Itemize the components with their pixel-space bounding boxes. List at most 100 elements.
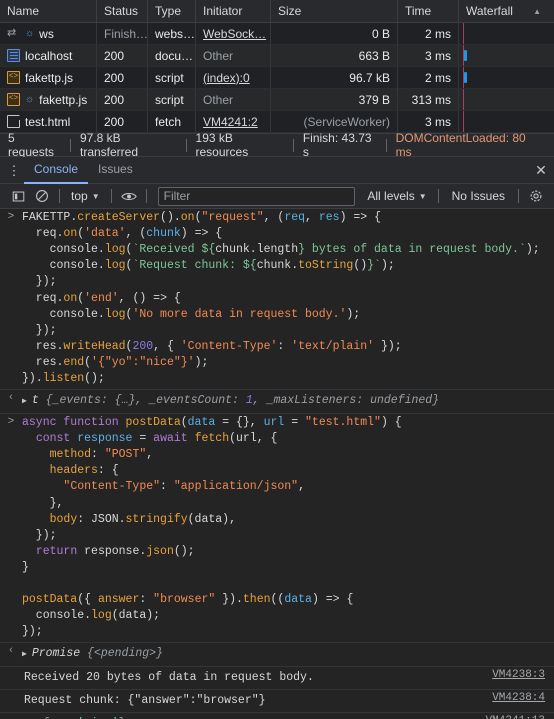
console-object-body: ▶{yo: 'nice'} [22, 713, 486, 719]
log-gutter [0, 690, 22, 691]
log-levels-label: All levels [367, 189, 415, 204]
column-header-type[interactable]: Type [148, 0, 196, 22]
initiator-link[interactable]: (index):0 [203, 71, 250, 85]
size-text: 0 B [371, 26, 390, 41]
time-text: 3 ms [424, 114, 451, 129]
console-result-body: ▶ t {_events: {…}, _eventsCount: 1, _maxL… [22, 390, 554, 413]
time-text: 3 ms [424, 48, 451, 63]
table-row[interactable]: test.html 200 fetch VM4241:2 (ServiceWor… [0, 111, 554, 133]
gear-icon [530, 190, 542, 202]
issues-status[interactable]: No Issues [444, 189, 513, 203]
log-gutter [0, 667, 22, 668]
column-header-time[interactable]: Time [398, 0, 459, 22]
cell-name[interactable]: ⇄ ☼ ws [0, 23, 97, 44]
expand-triangle-icon[interactable]: ▶ [22, 397, 32, 406]
divider [518, 189, 519, 204]
column-header-status-label: Status [104, 4, 139, 18]
source-link[interactable]: VM4238:4 [492, 690, 554, 704]
network-summary-bar: 5 requests 97.8 kB transferred 193 kB re… [0, 131, 554, 159]
tab-console-label: Console [34, 162, 79, 176]
source-link[interactable]: VM4241:13 [486, 713, 554, 719]
tab-issues[interactable]: Issues [88, 157, 143, 184]
console-sidebar-toggle-icon[interactable] [6, 185, 30, 207]
resources-size: 193 kB resources [195, 131, 249, 159]
column-header-name[interactable]: Name [0, 0, 97, 22]
cell-size: (ServiceWorker) [271, 111, 398, 132]
cell-initiator[interactable]: (index):0 [196, 67, 271, 88]
console-log-body: Received 20 bytes of data in request bod… [22, 667, 492, 689]
console-result-entry[interactable]: ‹ ▶ Promise {<pending>} [0, 642, 554, 668]
cell-initiator[interactable]: WebSock… [196, 23, 271, 44]
column-header-waterfall[interactable]: Waterfall ▲ [459, 0, 554, 22]
request-name: localhost [25, 48, 73, 63]
table-row[interactable]: <> ☼ fakettp.js 200 script Other 379 B 3… [0, 89, 554, 111]
console-input-entry[interactable]: > FAKETTP.createServer().on("request", (… [0, 209, 554, 389]
cell-waterfall[interactable] [459, 89, 473, 110]
source-link[interactable]: VM4238:3 [492, 667, 554, 681]
chevron-down-icon: ▼ [418, 191, 427, 201]
status-text: 200 [104, 114, 125, 129]
request-name: test.html [25, 114, 71, 129]
console-message-list[interactable]: > FAKETTP.createServer().on("request", (… [0, 209, 554, 719]
network-panel: Name Status Type Initiator Size Time Wat… [0, 0, 554, 159]
console-filter-input[interactable]: Filter [157, 186, 356, 206]
console-result-entry[interactable]: ‹ ▶ t {_events: {…}, _eventsCount: 1, _ma… [0, 389, 554, 415]
column-header-initiator[interactable]: Initiator [196, 0, 271, 22]
document-icon [7, 49, 20, 62]
table-row[interactable]: ⇄ ☼ ws Finish… webs… WebSock… 0 B 2 ms [0, 23, 554, 45]
finish-time: Finish: 43.73 s [302, 131, 372, 159]
cell-waterfall[interactable] [459, 111, 473, 132]
cell-waterfall[interactable] [459, 45, 473, 66]
divider [110, 189, 112, 204]
network-table-header: Name Status Type Initiator Size Time Wat… [0, 0, 554, 23]
status-text: 200 [104, 70, 125, 85]
clear-console-icon[interactable] [30, 185, 54, 207]
more-options-icon[interactable]: ⋮ [4, 160, 24, 180]
expand-triangle-icon[interactable]: ▶ [22, 650, 32, 659]
object-preview[interactable]: ▶ t {_events: {…}, _eventsCount: 1, _maxL… [22, 391, 554, 411]
close-icon[interactable]: ✕ [528, 157, 554, 184]
log-levels-selector[interactable]: All levels ▼ [361, 189, 432, 203]
divider [59, 189, 60, 204]
circle-slash-icon [36, 190, 48, 202]
execution-context-selector[interactable]: top ▼ [65, 186, 106, 206]
waterfall-bar [464, 50, 467, 61]
settings-gear-icon[interactable] [524, 185, 548, 207]
divider [145, 189, 147, 204]
cell-size: 379 B [271, 89, 398, 110]
tab-console[interactable]: Console [24, 157, 89, 184]
table-row[interactable]: localhost 200 docu… Other 663 B 3 ms [0, 45, 554, 67]
column-header-size[interactable]: Size [271, 0, 398, 22]
console-log-entry[interactable]: Request chunk: {"answer":"browser"} VM42… [0, 690, 554, 714]
console-code-body: FAKETTP.createServer().on("request", (re… [22, 209, 554, 389]
status-text: Finish… [104, 26, 148, 41]
cell-waterfall[interactable] [459, 67, 473, 88]
waterfall-dcl-line [463, 111, 464, 132]
cell-size: 0 B [271, 23, 398, 44]
cell-name[interactable]: test.html [0, 111, 97, 132]
console-code-body: async function postData(data = {}, url =… [22, 414, 554, 642]
execution-context-label: top [71, 189, 88, 204]
cell-time: 2 ms [398, 23, 459, 44]
cell-initiator[interactable]: VM4241:2 [196, 111, 271, 132]
table-row[interactable]: <> fakettp.js 200 script (index):0 96.7 … [0, 67, 554, 89]
cell-name[interactable]: <> fakettp.js [0, 67, 97, 88]
object-preview[interactable]: ▶{yo: 'nice'} [22, 714, 486, 719]
initiator-link[interactable]: WebSock… [203, 27, 266, 41]
live-expression-icon[interactable] [117, 185, 141, 207]
divider [437, 189, 439, 204]
column-header-status[interactable]: Status [97, 0, 148, 22]
initiator-link[interactable]: VM4241:2 [203, 115, 258, 129]
console-object-entry[interactable]: ▶{yo: 'nice'} VM4241:13 [0, 713, 554, 719]
script-icon: <> [7, 93, 20, 106]
object-preview[interactable]: ▶ Promise {<pending>} [22, 644, 554, 664]
cell-name[interactable]: <> ☼ fakettp.js [0, 89, 97, 110]
eye-icon [120, 192, 137, 200]
console-log-entry[interactable]: Received 20 bytes of data in request bod… [0, 667, 554, 691]
console-input-entry[interactable]: > async function postData(data = {}, url… [0, 414, 554, 642]
type-text: script [155, 92, 184, 107]
transferred-size: 97.8 kB transferred [79, 131, 139, 159]
cell-name[interactable]: localhost [0, 45, 97, 66]
cell-waterfall[interactable] [459, 23, 473, 44]
initiator-text: Other [203, 48, 234, 63]
